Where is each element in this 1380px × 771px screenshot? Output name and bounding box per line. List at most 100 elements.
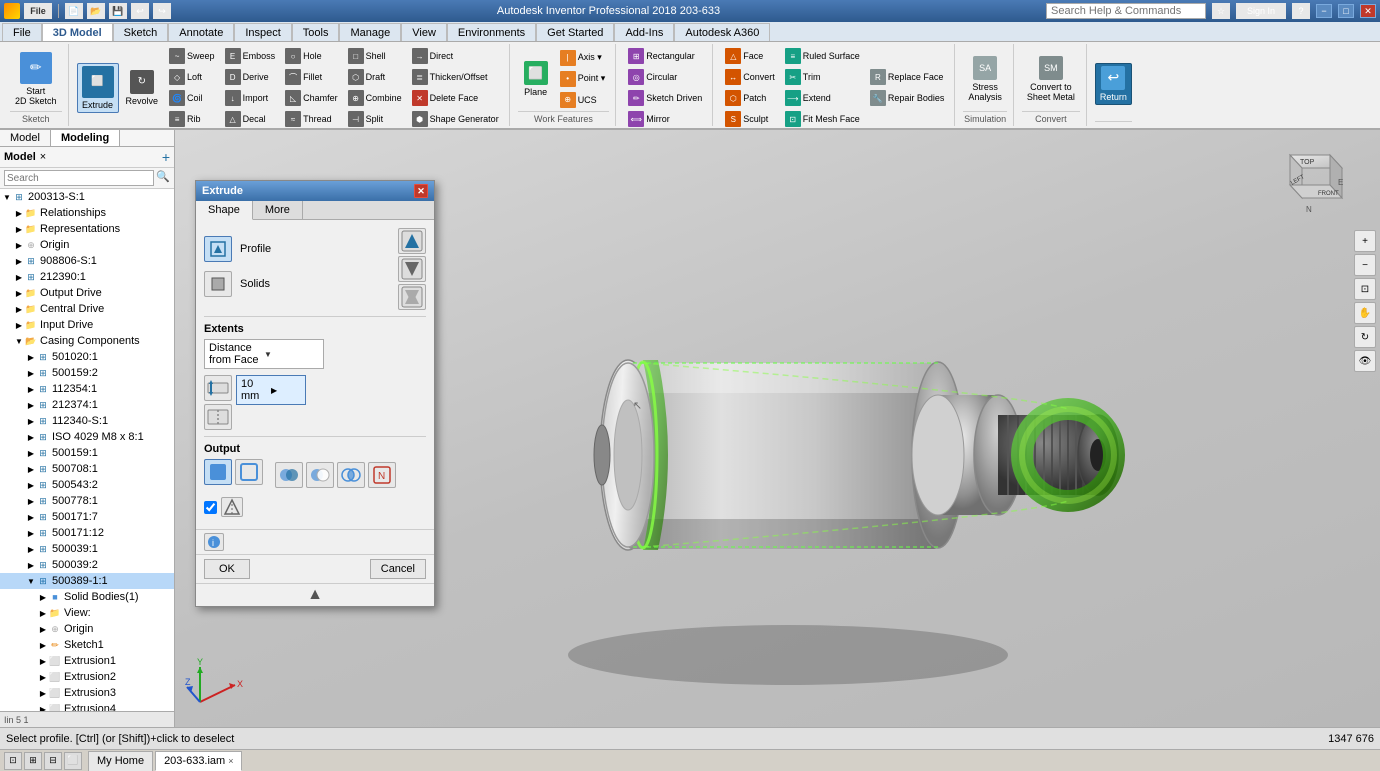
panel-add-btn[interactable]: + <box>162 149 170 165</box>
star-btn[interactable]: ☆ <box>1212 3 1230 19</box>
shape-gen-btn[interactable]: ⬢ Shape Generator <box>408 109 503 129</box>
tree-solid-bodies[interactable]: ▶ ■ Solid Bodies(1) <box>0 589 174 605</box>
distance-value-input[interactable]: 10 mm ▶ <box>236 375 306 405</box>
tree-500159-2[interactable]: ▶ ⊞ 500159:2 <box>0 365 174 381</box>
ucs-btn[interactable]: ⊕ UCS <box>556 90 610 110</box>
tree-500778[interactable]: ▶ ⊞ 500778:1 <box>0 493 174 509</box>
tree-iso4029[interactable]: ▶ ⊞ ISO 4029 M8 x 8:1 <box>0 429 174 445</box>
tree-500543[interactable]: ▶ ⊞ 500543:2 <box>0 477 174 493</box>
tree-view[interactable]: ▶ 📁 View: <box>0 605 174 621</box>
sketch-driven-btn[interactable]: ✏ Sketch Driven <box>624 88 706 108</box>
layout-icon-btn[interactable]: ⊡ <box>4 752 22 770</box>
model-close-btn[interactable]: × <box>40 151 46 163</box>
plane-btn[interactable]: ⬜ Plane <box>518 58 554 100</box>
tab-my-home[interactable]: My Home <box>88 751 153 771</box>
minimize-window-btn[interactable]: − <box>1316 4 1332 18</box>
tree-500159-1[interactable]: ▶ ⊞ 500159:1 <box>0 445 174 461</box>
tab-sketch[interactable]: Sketch <box>113 23 169 41</box>
tree-112354[interactable]: ▶ ⊞ 112354:1 <box>0 381 174 397</box>
output-solid-btn[interactable] <box>204 459 232 485</box>
fit-mesh-btn[interactable]: ⊡ Fit Mesh Face <box>781 109 864 129</box>
extrude-btn[interactable]: ⬜ Extrude <box>77 63 119 113</box>
patch-btn[interactable]: ⬡ Patch <box>721 88 779 108</box>
search-input[interactable] <box>1046 3 1206 19</box>
tab-203-633[interactable]: 203-633.iam × <box>155 751 242 771</box>
tree-500708[interactable]: ▶ ⊞ 500708:1 <box>0 461 174 477</box>
tree-500171-7[interactable]: ▶ ⊞ 500171:7 <box>0 509 174 525</box>
tab-close-btn[interactable]: × <box>228 756 233 766</box>
emboss-btn[interactable]: E Emboss <box>221 46 280 66</box>
tree-extrusion2[interactable]: ▶ ⬜ Extrusion2 <box>0 669 174 685</box>
face-btn[interactable]: △ Face <box>721 46 779 66</box>
direct-btn[interactable]: → Direct <box>408 46 503 66</box>
dir-btn-2[interactable] <box>398 256 426 282</box>
tree-112340[interactable]: ▶ ⊞ 112340-S:1 <box>0 413 174 429</box>
tab-file[interactable]: File <box>2 23 42 41</box>
tree-908806[interactable]: ▶ ⊞ 908806-S:1 <box>0 253 174 269</box>
thread-btn[interactable]: ≈ Thread <box>281 109 342 129</box>
view-icon-btn[interactable]: ⬜ <box>64 752 82 770</box>
import-btn[interactable]: ↓ Import <box>221 88 280 108</box>
tree-search-input[interactable] <box>4 170 154 186</box>
rectangular-btn[interactable]: ⊞ Rectangular <box>624 46 706 66</box>
tree-500039-1[interactable]: ▶ ⊞ 500039:1 <box>0 541 174 557</box>
tree-output-drive[interactable]: ▶ 📁 Output Drive <box>0 285 174 301</box>
start-2d-sketch-btn[interactable]: ✏ Start2D Sketch <box>10 49 62 109</box>
grid-icon-btn[interactable]: ⊞ <box>24 752 42 770</box>
combine-btn[interactable]: ⊕ Combine <box>344 88 406 108</box>
derive-btn[interactable]: D Derive <box>221 67 280 87</box>
tab-annotate[interactable]: Annotate <box>168 23 234 41</box>
tree-central-drive[interactable]: ▶ 📁 Central Drive <box>0 301 174 317</box>
pan-btn[interactable]: ✋ <box>1354 302 1376 324</box>
bool-intersect-btn[interactable] <box>337 462 365 488</box>
chamfer-btn[interactable]: ◺ Chamfer <box>281 88 342 108</box>
trim-btn[interactable]: ✂ Trim <box>781 67 864 87</box>
extents-type-dropdown[interactable]: Distance from Face ▼ <box>204 339 324 369</box>
taper-checkbox[interactable] <box>204 501 217 514</box>
tab-manage[interactable]: Manage <box>339 23 401 41</box>
tab-add-ins[interactable]: Add-Ins <box>614 23 674 41</box>
draft-btn[interactable]: ⬡ Draft <box>344 67 406 87</box>
new-btn[interactable]: 📄 <box>65 3 83 19</box>
tab-inspect[interactable]: Inspect <box>234 23 291 41</box>
convert-sheet-metal-btn[interactable]: SM Convert toSheet Metal <box>1022 53 1080 105</box>
solids-btn[interactable] <box>204 271 232 297</box>
close-window-btn[interactable]: ✕ <box>1360 4 1376 18</box>
stress-analysis-btn[interactable]: SA StressAnalysis <box>963 53 1007 105</box>
dialog-close-btn[interactable]: ✕ <box>414 184 428 198</box>
convert-btn[interactable]: ↔ Convert <box>721 67 779 87</box>
redo-btn[interactable]: ↪ <box>153 3 171 19</box>
tree-sketch1[interactable]: ▶ ✏ Sketch1 <box>0 637 174 653</box>
circular-btn[interactable]: ◎ Circular <box>624 67 706 87</box>
signin-btn[interactable]: Sign In <box>1236 3 1286 19</box>
dir-btn-1[interactable] <box>398 228 426 254</box>
panel-tab-modeling[interactable]: Modeling <box>51 130 120 146</box>
profile-btn[interactable] <box>204 236 232 262</box>
sculpt-btn[interactable]: S Sculpt <box>721 109 779 129</box>
revolve-btn[interactable]: ↻ Revolve <box>121 67 164 109</box>
loft-btn[interactable]: ◇ Loft <box>165 67 219 87</box>
hole-btn[interactable]: ○ Hole <box>281 46 342 66</box>
maximize-window-btn[interactable]: □ <box>1338 4 1354 18</box>
sweep-btn[interactable]: ~ Sweep <box>165 46 219 66</box>
bool-join-btn[interactable] <box>275 462 303 488</box>
output-surface-btn[interactable] <box>235 459 263 485</box>
tree-relationships[interactable]: ▶ 📁 Relationships <box>0 205 174 221</box>
split-icon-btn[interactable]: ⊟ <box>44 752 62 770</box>
file-menu-btn[interactable]: File <box>24 3 52 19</box>
look-btn[interactable]: 👁 <box>1354 350 1376 372</box>
viewport[interactable]: TOP LEFT FRONT N E + − ⊡ ✋ ↻ 👁 ↖ <box>175 130 1380 727</box>
panel-tab-model[interactable]: Model <box>0 130 51 146</box>
replace-face-btn[interactable]: R Replace Face <box>866 67 949 87</box>
extend-btn[interactable]: ⟶ Extend <box>781 88 864 108</box>
tree-extrusion4[interactable]: ▶ ⬜ Extrusion4 <box>0 701 174 711</box>
dialog-ok-btn[interactable]: OK <box>204 559 250 579</box>
tree-500389[interactable]: ▼ ⊞ 500389-1:1 <box>0 573 174 589</box>
bool-cut-btn[interactable] <box>306 462 334 488</box>
tree-origin[interactable]: ▶ ⊕ Origin <box>0 237 174 253</box>
dir-btn-sym[interactable] <box>398 284 426 310</box>
tab-3d-model[interactable]: 3D Model <box>42 23 113 41</box>
tab-environments[interactable]: Environments <box>447 23 536 41</box>
help-btn[interactable]: ? <box>1292 3 1310 19</box>
dialog-minimize-btn[interactable]: ▲ <box>196 583 434 606</box>
